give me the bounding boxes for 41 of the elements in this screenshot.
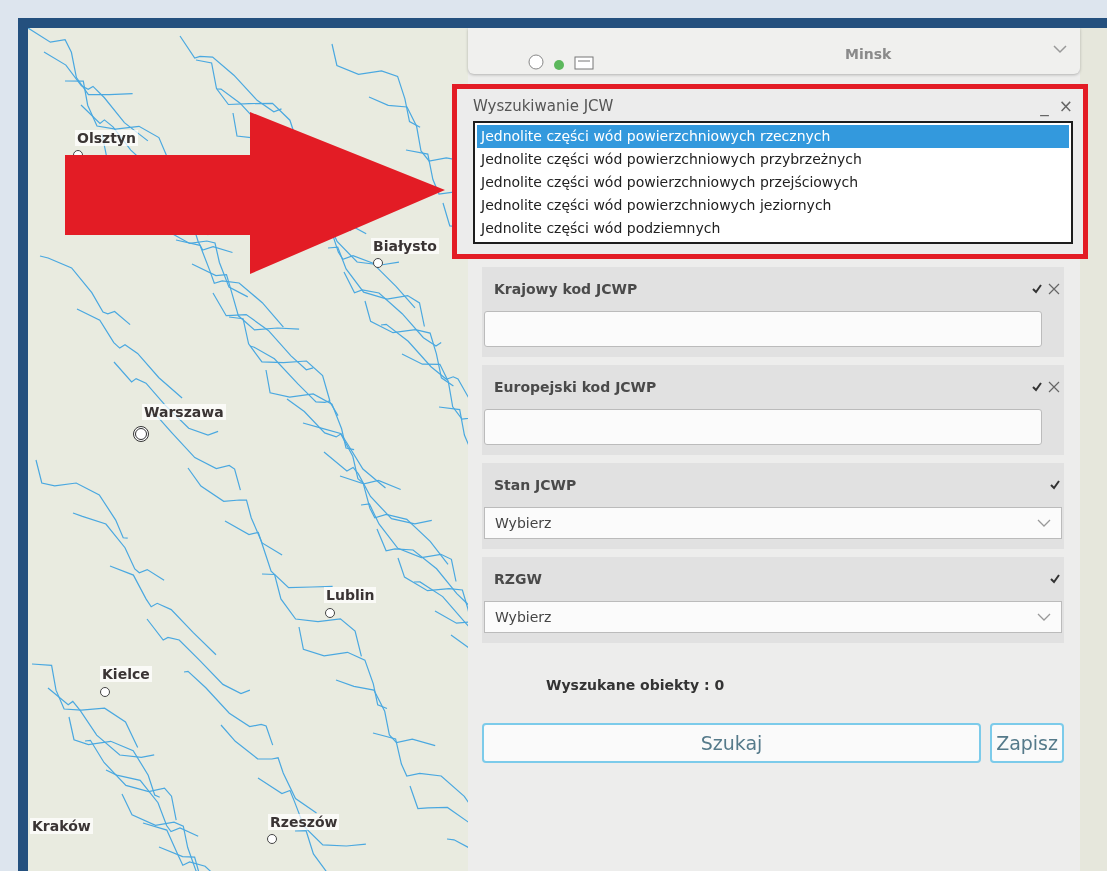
check-icon[interactable] [1032, 382, 1042, 392]
chevron-down-icon [1037, 612, 1051, 622]
list-option[interactable]: Jednolite części wód powierzchniowych przybrzeżnych [477, 148, 1069, 171]
city-label: Rzeszów [268, 814, 340, 830]
dropdown-field[interactable]: Wybierz [484, 601, 1062, 633]
chevron-down-icon [1037, 518, 1051, 528]
close-button[interactable]: × [1058, 97, 1073, 115]
widget-title: Wyszukiwanie JCW [473, 97, 614, 115]
city-label: Białysto [371, 238, 439, 254]
field-label: Europejski kod JCWP [494, 379, 657, 395]
input-field[interactable] [484, 409, 1042, 445]
list-option[interactable]: Jednolite części wód powierzchniowych jeziornych [477, 194, 1069, 217]
city-label: Lublin [324, 587, 377, 603]
field-label: Stan JCWP [494, 477, 577, 493]
city-label: Kielce [100, 666, 152, 682]
city-label: Minsk [844, 46, 893, 62]
city-label: Olsztyn [75, 130, 138, 146]
field-label: Krajowy kod JCWP [494, 281, 638, 297]
city-marker-icon [100, 687, 110, 697]
layer-icon [574, 56, 594, 70]
city-label: Warszawa [142, 404, 226, 420]
search-button[interactable]: Szukaj [482, 723, 982, 763]
save-button[interactable]: Zapisz [990, 723, 1064, 763]
list-option[interactable]: Jednolite części wód podziemnych [477, 217, 1069, 240]
status-dot-icon [554, 60, 564, 70]
result-count: Wyszukane obiekty : 0 [546, 677, 725, 693]
close-icon[interactable] [1048, 381, 1060, 393]
close-icon[interactable] [1048, 283, 1060, 295]
input-field[interactable] [484, 311, 1042, 347]
city-marker-icon [267, 834, 277, 844]
field-label: RZGW [494, 571, 542, 587]
check-icon[interactable] [1032, 284, 1042, 294]
minimize-button[interactable]: _ [1040, 97, 1049, 115]
dropdown-field[interactable]: Wybierz [484, 507, 1062, 539]
city-marker-icon [373, 258, 383, 268]
radio-icon[interactable] [528, 54, 544, 70]
city-label: Kraków [30, 818, 93, 834]
check-icon[interactable] [1050, 574, 1060, 584]
list-option[interactable]: Jednolite części wód powierzchniowych przejściowych [477, 171, 1069, 194]
check-icon[interactable] [1050, 480, 1060, 490]
city-marker-icon [325, 608, 335, 618]
